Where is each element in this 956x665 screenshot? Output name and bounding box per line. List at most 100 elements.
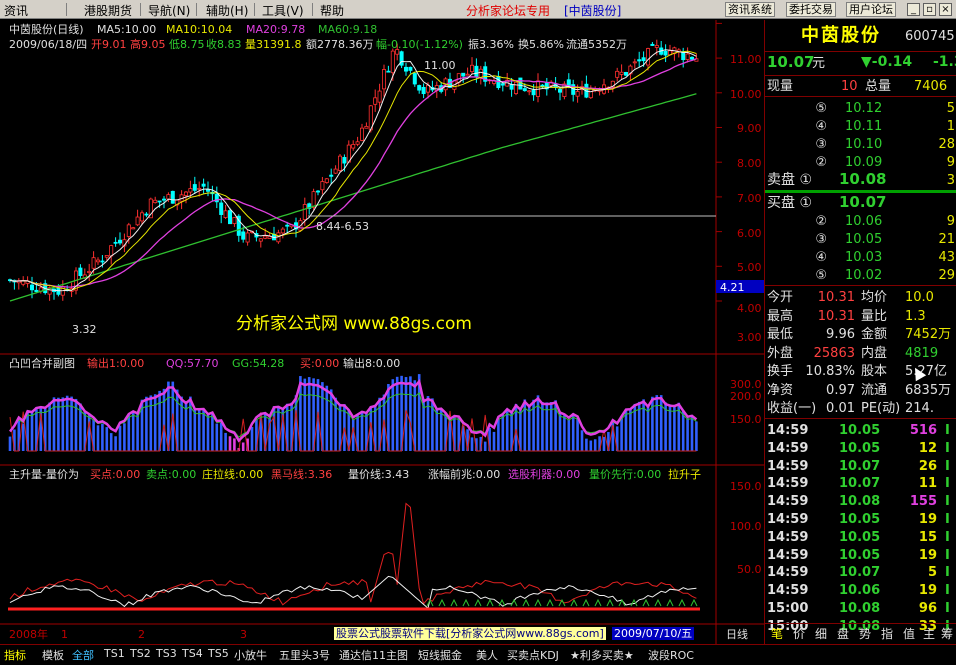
tab-value[interactable]: 值 (903, 627, 915, 642)
minimize-icon[interactable]: _ (907, 3, 920, 16)
tab-price[interactable]: 价 (793, 627, 805, 642)
forum-button[interactable]: 用户论坛 (846, 2, 896, 17)
menu-item-help[interactable]: 帮助 (320, 2, 344, 19)
tab-indicator[interactable]: 指标 (4, 647, 26, 663)
stat-label: PE(动) (861, 401, 901, 416)
trade-button[interactable]: 委托交易 (786, 2, 836, 17)
tick-flag: I (945, 494, 950, 510)
tab-template[interactable]: 模板 (42, 647, 64, 663)
price-change: ▼-0.14 (861, 54, 913, 70)
tab-duanxian[interactable]: 短线掘金 (418, 647, 462, 663)
menu-item-hk-futures[interactable]: 港股期货 (84, 2, 132, 19)
tick-time: 14:59 (767, 423, 809, 438)
now-volume: 10 (841, 79, 858, 94)
tick-time: 14:59 (767, 529, 809, 545)
time-axis-month: 2 (138, 628, 145, 641)
tick-volume: 5 (927, 565, 937, 581)
tick-volume: 19 (918, 547, 937, 563)
tick-volume: 516 (909, 423, 937, 438)
tab-all[interactable]: 全部 (72, 647, 94, 663)
sub1-gg: GG:54.28 (232, 357, 285, 370)
tick-volume: 155 (909, 494, 937, 510)
ma20-label: MA20:9.78 (246, 23, 306, 36)
tab-wulitou[interactable]: 五里头3号 (279, 647, 330, 663)
bid-price: 10.07 (839, 193, 887, 211)
stat-label: 换手 (767, 364, 794, 379)
stat-label: 内盘 (861, 345, 888, 361)
stat-label: 净资 (767, 382, 794, 398)
stat-label: 股本 (861, 364, 888, 379)
tab-chips[interactable]: 筹 (941, 627, 953, 642)
tab-tdx11[interactable]: 通达信11主图 (339, 647, 408, 663)
stat-label: 金额 (861, 327, 888, 342)
sub2-buy: 买点:0.00 (90, 468, 141, 481)
menu-item-tools[interactable]: 工具(V) (262, 2, 304, 19)
tick-time: 14:59 (767, 476, 809, 492)
price-axis-label: 4.00 (737, 302, 762, 315)
tick-price: 10.08 (839, 601, 881, 616)
tab-ts4[interactable]: TS4 (182, 647, 203, 660)
quote-panel: 中茵股份 600745 10.07 元 ▼-0.14 -1.3 现量 10 总量… (764, 20, 956, 644)
bid-volume: 9 (946, 214, 955, 229)
tab-detail[interactable]: 细 (815, 627, 827, 642)
tab-boduan[interactable]: 波段ROC (648, 647, 694, 663)
tab-ts3[interactable]: TS3 (156, 647, 177, 660)
sub1-axis-label: 200.0 (730, 390, 762, 403)
tab-trend[interactable]: 势 (859, 627, 871, 642)
tick-flag: I (945, 512, 950, 527)
bid-level: ③ (815, 232, 827, 247)
sub2-sell: 卖点:0.00 (146, 468, 197, 481)
tab-main[interactable]: 主 (923, 627, 935, 642)
bid-volume: 43 (938, 250, 955, 265)
menu-item-assist[interactable]: 辅助(H) (206, 2, 248, 19)
sub1-buy: 买:0.00 (300, 357, 340, 370)
bid-level: ④ (815, 250, 827, 265)
tick-time: 14:59 (767, 547, 809, 563)
tab-ts5[interactable]: TS5 (208, 647, 229, 660)
ask-level: 卖盘 ① (767, 172, 813, 188)
tick-flag: I (945, 423, 950, 438)
info-system-button[interactable]: 资讯系统 (725, 2, 775, 17)
quote-tab-bar: 笔 价 细 盘 势 指 值 主 筹 (765, 623, 956, 644)
time-axis-month: 3 (240, 628, 247, 641)
sub2-axis-label: 150.0 (730, 480, 762, 493)
watermark: 分析家公式网 www.88gs.com (236, 314, 472, 334)
bid-volume: 29 (938, 268, 955, 283)
price-axis-label: 3.00 (737, 331, 762, 344)
tab-liduo[interactable]: ★利多买卖★ (570, 647, 634, 663)
sub2-control: 庄拉线:0.00 (202, 468, 264, 481)
sub2-vp: 量价线:3.43 (348, 468, 410, 481)
tab-book[interactable]: 盘 (837, 627, 849, 642)
total-volume-label: 总量 (865, 79, 892, 94)
tab-index[interactable]: 指 (881, 627, 893, 642)
sub2-pull: 拉升子 (668, 468, 701, 481)
chart-title: 中茵股份(日线) (9, 23, 84, 36)
ask-price: 10.11 (845, 119, 883, 134)
tab-ts2[interactable]: TS2 (130, 647, 151, 660)
period-label[interactable]: 日线 (726, 628, 748, 641)
price-axis-label: 7.00 (737, 192, 762, 205)
bar-volume: 量31391.8 (245, 38, 302, 51)
high-marker: 11.00 (424, 59, 456, 72)
sub1-axis-label: 150.0 (730, 413, 762, 426)
menu-item-news[interactable]: 资讯 (4, 2, 28, 19)
ask-price: 10.09 (845, 155, 883, 170)
tick-volume: 19 (918, 512, 937, 527)
sub2-title: 主升量-量价为 (9, 468, 79, 481)
ask-price: 10.10 (845, 137, 883, 152)
tick-price: 10.08 (839, 494, 881, 510)
tick-flag: I (945, 476, 950, 492)
stat-label: 今开 (767, 290, 794, 305)
bar-turnover: 换5.86% (518, 38, 564, 51)
tab-trades[interactable]: 笔 (771, 627, 783, 642)
bar-change: 幅-0.10(-1.12%) (376, 38, 463, 51)
close-icon[interactable]: × (939, 3, 952, 16)
menu-item-navigate[interactable]: 导航(N) (148, 2, 190, 19)
stat-value: 10.0 (905, 290, 934, 305)
restore-icon[interactable]: ▫ (923, 3, 936, 16)
tab-xiaofangniu[interactable]: 小放牛 (234, 647, 267, 663)
download-notice[interactable]: 股票公式股票软件下载[分析家公式网www.88gs.com] (334, 627, 606, 640)
tab-meiren[interactable]: 美人 (476, 647, 498, 663)
tab-ts1[interactable]: TS1 (104, 647, 125, 660)
tab-kdj[interactable]: 买卖点KDJ (507, 647, 559, 663)
